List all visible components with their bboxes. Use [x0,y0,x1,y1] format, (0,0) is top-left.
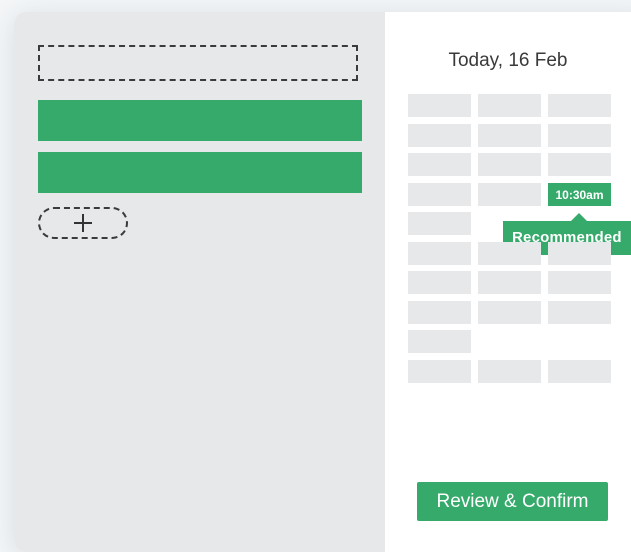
time-slot[interactable] [408,183,471,206]
time-slot[interactable] [408,242,471,265]
add-slot-button[interactable] [38,207,128,239]
time-slot[interactable] [548,242,611,265]
time-slot[interactable] [548,301,611,324]
selected-time-slot[interactable]: 10:30am [548,183,611,206]
time-slot[interactable] [478,183,541,206]
time-slot[interactable] [548,153,611,176]
selected-slot-bar[interactable] [38,100,362,141]
time-slot[interactable] [478,124,541,147]
time-slot[interactable] [478,360,541,383]
selection-panel [14,12,385,552]
time-slot[interactable] [408,212,471,235]
time-slot[interactable] [478,301,541,324]
time-slot[interactable] [408,271,471,294]
time-slot[interactable] [408,360,471,383]
date-heading: Today, 16 Feb [448,50,568,71]
time-slot[interactable] [408,153,471,176]
time-slot[interactable] [408,124,471,147]
plus-icon [74,214,92,232]
calendar-panel: Today, 16 Feb 10:30am Recommended Review … [385,12,631,552]
time-slot[interactable] [408,94,471,117]
time-slot[interactable] [548,124,611,147]
time-slot[interactable] [548,360,611,383]
time-slot[interactable] [478,94,541,117]
selected-slot-bar[interactable] [38,152,362,193]
time-slot[interactable] [548,271,611,294]
scheduler-card: Today, 16 Feb 10:30am Recommended Review … [14,12,631,552]
time-slot[interactable] [478,271,541,294]
time-slot[interactable] [478,242,541,265]
empty-slot-placeholder [38,45,358,81]
time-slot[interactable] [478,153,541,176]
time-slot[interactable] [408,301,471,324]
tooltip-arrow [571,213,587,221]
time-slot[interactable] [408,330,471,353]
time-slot[interactable] [548,94,611,117]
review-confirm-button[interactable]: Review & Confirm [417,482,608,521]
